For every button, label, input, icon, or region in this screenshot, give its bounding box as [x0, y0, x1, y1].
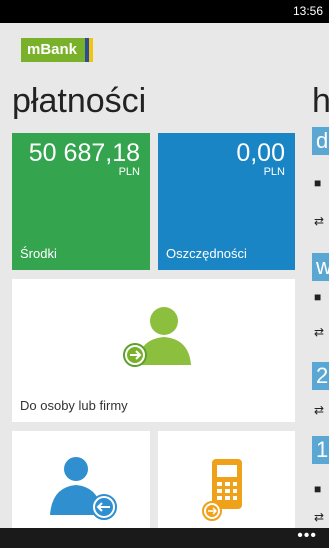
history-item[interactable]: 2 — [312, 362, 329, 390]
history-item[interactable]: d — [312, 127, 329, 155]
transfer-arrows-icon: ⇄ — [314, 510, 325, 524]
transfer-arrows-icon: ⇄ — [314, 403, 325, 417]
tile-transfer-person[interactable]: Do osoby lub firmy — [12, 279, 295, 422]
tile-srodki[interactable]: 50 687,18 PLN Środki — [12, 133, 150, 270]
tile-mobile-topup[interactable] — [158, 431, 295, 531]
tile-receive-transfer[interactable] — [12, 431, 150, 531]
oszczednosci-label: Oszczędności — [166, 246, 247, 261]
logo-stripe — [89, 38, 93, 62]
transfer-arrows-icon: ⇄ — [314, 214, 325, 228]
srodki-label: Środki — [20, 246, 57, 261]
person-label: Do osoby lub firmy — [20, 398, 128, 413]
person-receive-icon — [50, 457, 117, 520]
next-page-title[interactable]: h — [312, 82, 329, 121]
folder-icon: ■ — [314, 290, 322, 304]
folder-icon: ■ — [314, 176, 322, 190]
mbank-logo: mBank — [21, 38, 93, 62]
app-bar: ••• — [0, 528, 329, 548]
history-item[interactable]: 1 — [312, 436, 329, 464]
oszczednosci-amount: 0,00 — [236, 139, 285, 167]
logo-text: mBank — [27, 41, 78, 58]
transfer-arrows-icon: ⇄ — [314, 325, 325, 339]
page-title: płatności — [12, 82, 147, 120]
srodki-currency: PLN — [118, 166, 140, 178]
folder-icon: ■ — [314, 482, 322, 496]
oszczednosci-currency: PLN — [263, 166, 285, 178]
more-options-icon[interactable]: ••• — [297, 528, 317, 544]
clock: 13:56 — [292, 4, 323, 18]
history-item[interactable]: w — [312, 253, 329, 281]
srodki-amount: 50 687,18 — [28, 139, 140, 167]
person-transfer-icon — [123, 307, 191, 367]
status-bar: 13:56 — [0, 0, 329, 23]
phone-icon — [202, 459, 242, 521]
tile-oszczednosci[interactable]: 0,00 PLN Oszczędności — [158, 133, 295, 270]
